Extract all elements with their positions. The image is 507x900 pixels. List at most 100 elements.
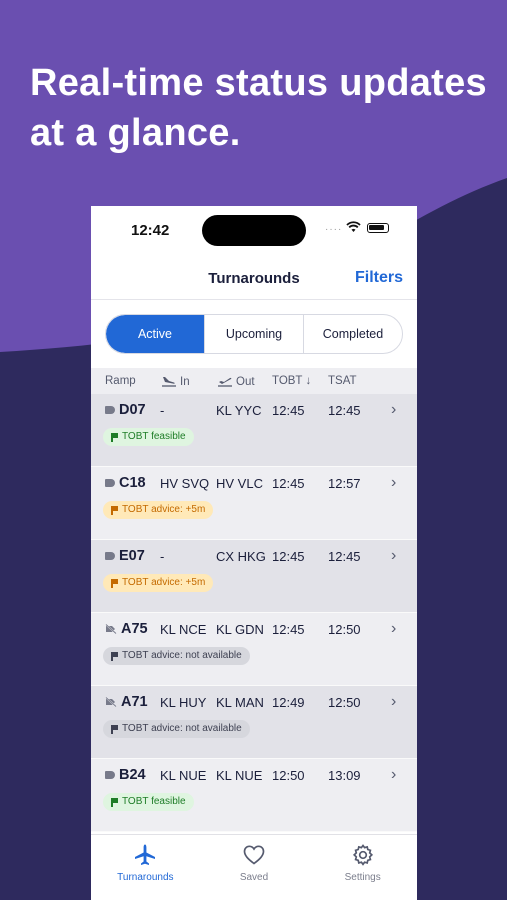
tag-off-icon [105,624,117,634]
tab-turnarounds[interactable]: Turnarounds [91,835,200,900]
turnaround-row[interactable]: D07- KL YYC 12:45 12:45 › TOBT feasible [91,394,417,467]
ramp-label: B24 [119,767,146,783]
chevron-right-icon: › [391,693,397,710]
arrival-icon [162,377,176,387]
col-ramp: Ramp [105,375,136,387]
inbound-flight: KL NCE [160,622,207,637]
badge-label: TOBT feasible [122,796,186,807]
inbound-flight: KL NUE [160,768,207,783]
flag-icon [111,578,118,588]
tag-icon [105,479,115,487]
tab-saved[interactable]: Saved [200,835,309,900]
ramp-label: D07 [119,402,146,418]
chevron-right-icon: › [391,401,397,418]
chevron-right-icon: › [391,620,397,637]
column-header: Ramp In Out TOBT ↓ TSAT [91,368,417,394]
chevron-right-icon: › [391,547,397,564]
inbound-flight: - [160,549,165,564]
ramp: A71 [105,694,148,710]
inbound-flight: HV SVQ [160,476,210,491]
battery-icon [367,223,389,233]
inbound-flight: - [160,403,165,418]
outbound-flight: CX HKG [216,549,266,564]
turnaround-row[interactable]: C18 HV SVQ HV VLC 12:45 12:57 › TOBT advice: +… [91,467,417,540]
tsat-time: 12:45 [328,549,361,564]
turnaround-row[interactable]: E07- CX HKG 12:45 12:45 › TOBT advice: +5m [91,540,417,613]
ramp: B24 [105,767,146,783]
col-out[interactable]: Out [217,375,255,388]
status-badge: TOBT advice: not available [103,647,250,665]
filters-button[interactable]: Filters [355,269,403,287]
outbound-flight: KL GDN [216,622,264,637]
outbound-flight: KL NUE [216,768,263,783]
tab-label-saved: Saved [239,872,269,883]
segment-completed[interactable]: Completed [303,315,402,353]
turnaround-row[interactable]: A71 KL HUY KL MAN 12:49 12:50 › TOBT advice: n… [91,686,417,759]
phone-screen: 12:42 ···· Turnarounds Filters Active Up… [91,206,417,900]
flag-icon [111,651,118,661]
badge-label: TOBT advice: not available [122,650,242,661]
outbound-flight: KL YYC [216,403,262,418]
tag-icon [105,771,115,779]
tag-icon [105,406,115,414]
airplane-icon [135,844,156,865]
outbound-flight: KL MAN [216,695,264,710]
badge-label: TOBT feasible [122,431,186,442]
col-in[interactable]: In [161,375,190,388]
ramp-label: C18 [119,475,146,491]
flag-icon [111,724,118,734]
ramp: E07 [105,548,145,564]
tag-icon [105,552,115,560]
status-badge: TOBT advice: not available [103,720,250,738]
tobt-time: 12:50 [272,768,305,783]
col-out-label: Out [236,376,255,388]
status-badge: TOBT feasible [103,428,194,446]
status-badge: TOBT advice: +5m [103,574,214,592]
tag-off-icon [105,697,117,707]
flag-icon [111,432,118,442]
tab-bar: Turnarounds Saved Settings [91,834,417,900]
ramp: C18 [105,475,146,491]
status-time: 12:42 [131,222,170,239]
ramp-label: A71 [121,694,148,710]
ramp-label: A75 [121,621,148,637]
tobt-time: 12:45 [272,622,305,637]
tsat-time: 12:57 [328,476,361,491]
turnaround-row[interactable]: B24 KL NUE KL NUE 12:50 13:09 › TOBT feasible [91,759,417,832]
departure-icon [218,377,232,387]
col-tsat[interactable]: TSAT [328,375,357,387]
chevron-right-icon: › [391,766,397,783]
marketing-headline: Real-time status updates at a glance. [30,62,487,154]
segment-active[interactable]: Active [106,315,204,353]
ramp: A75 [105,621,148,637]
col-tobt[interactable]: TOBT ↓ [272,375,311,387]
heart-icon [243,845,265,865]
ramp-label: E07 [119,548,145,564]
tobt-time: 12:45 [272,476,305,491]
tsat-time: 13:09 [328,768,361,783]
turnaround-list: D07- KL YYC 12:45 12:45 › TOBT feasible C18 HV … [91,394,417,832]
tobt-time: 12:49 [272,695,305,710]
tsat-time: 12:50 [328,622,361,637]
flag-icon [111,505,118,515]
tab-label-settings: Settings [344,872,381,883]
badge-label: TOBT advice: +5m [122,504,206,515]
badge-label: TOBT advice: not available [122,723,242,734]
dynamic-island [202,215,306,246]
tab-label-turnarounds: Turnarounds [117,872,174,883]
turnaround-row[interactable]: A75 KL NCE KL GDN 12:45 12:50 › TOBT advice: n… [91,613,417,686]
tobt-time: 12:45 [272,549,305,564]
tsat-time: 12:50 [328,695,361,710]
status-bar: 12:42 ···· [91,206,417,256]
col-in-label: In [180,376,190,388]
gear-icon [352,844,373,866]
nav-bar: Turnarounds Filters [91,256,417,300]
flag-icon [111,797,118,807]
ramp: D07 [105,402,146,418]
segment-upcoming[interactable]: Upcoming [204,315,303,353]
tsat-time: 12:45 [328,403,361,418]
chevron-right-icon: › [391,474,397,491]
tab-settings[interactable]: Settings [308,835,417,900]
outbound-flight: HV VLC [216,476,263,491]
status-badge: TOBT feasible [103,793,194,811]
